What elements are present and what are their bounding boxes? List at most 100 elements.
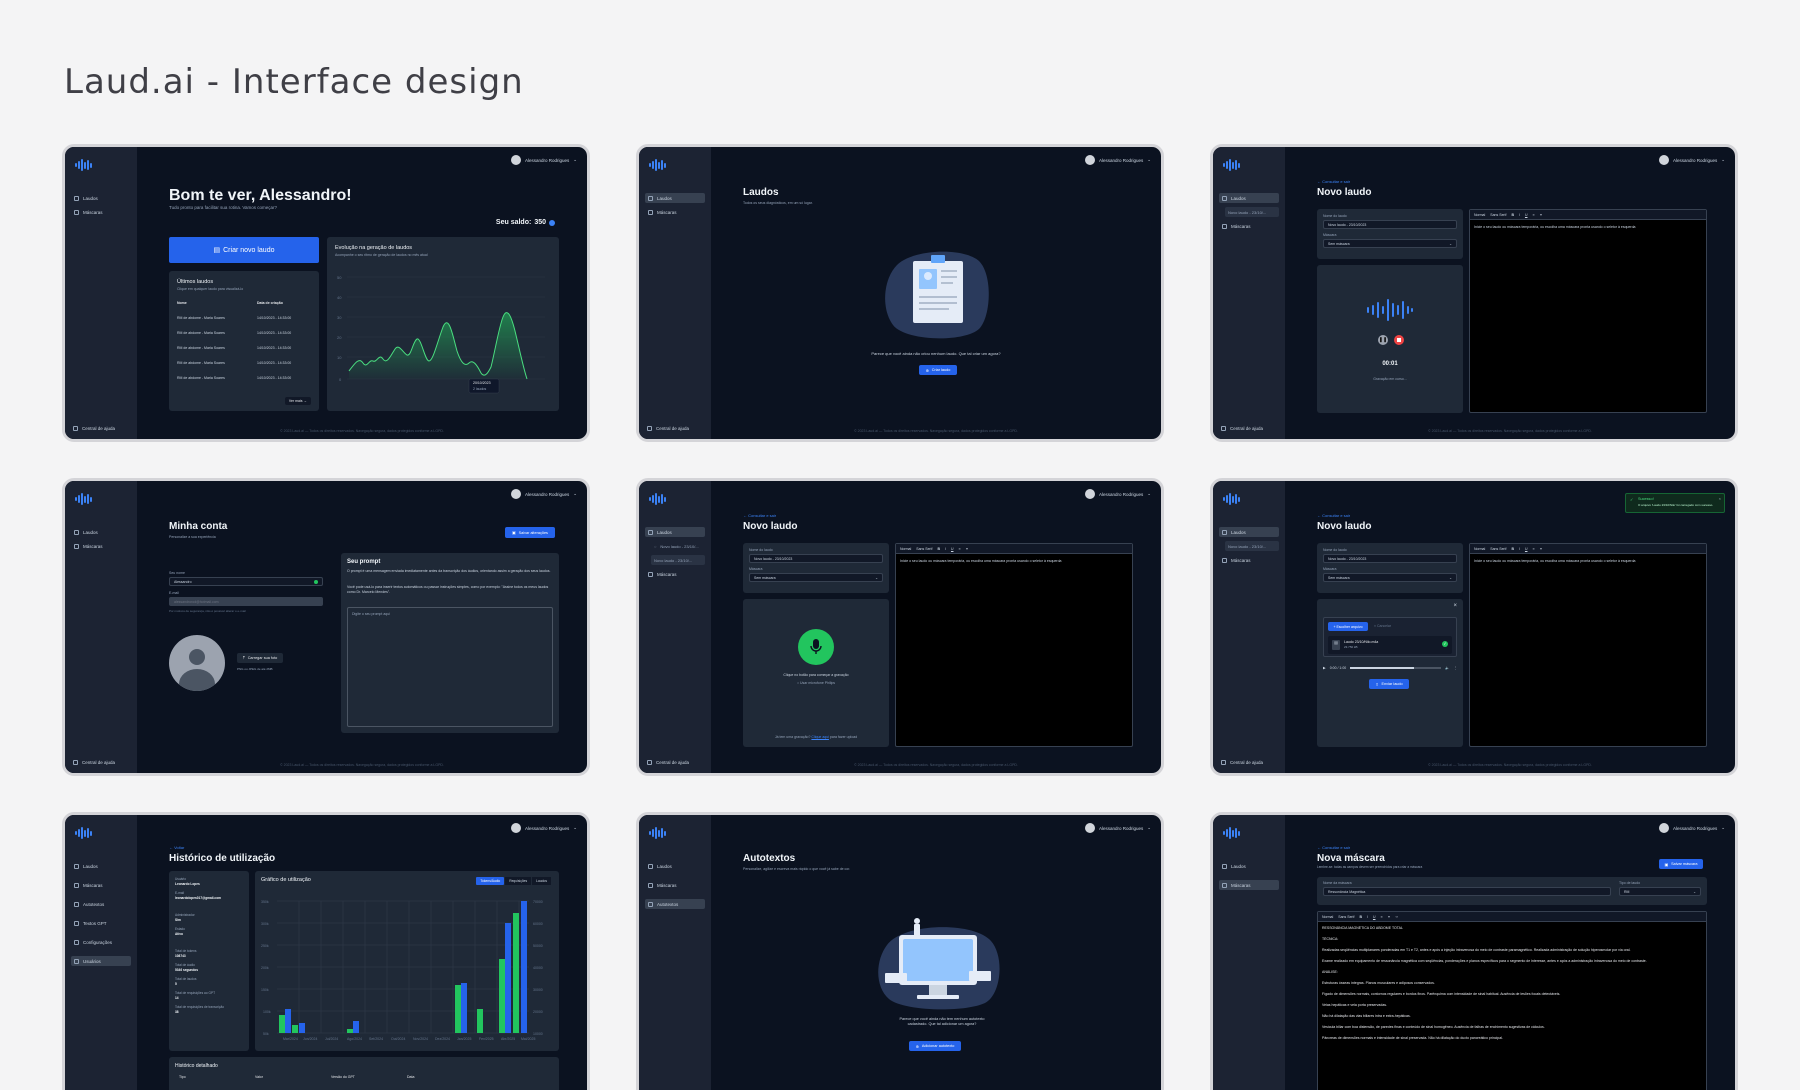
audio-player[interactable]: ▶ 0:00 / 1:00 🔈 ⋮ — [1323, 663, 1457, 673]
back-link[interactable]: ← Voltar — [169, 845, 184, 850]
sidebar-item-loading-laudo[interactable]: ◌ Novo laudo - 23/10/... — [651, 541, 705, 551]
tab-laudos[interactable]: Laudos — [532, 877, 551, 885]
tab-tokens-audio[interactable]: Tokens/Áudio — [476, 877, 505, 885]
upload-link[interactable]: Clique aqui — [811, 735, 829, 739]
mask-select[interactable]: Sem máscara ⌄ — [749, 573, 883, 582]
sidebar-item-mascaras[interactable]: Máscaras — [71, 207, 131, 217]
create-laudo-button[interactable]: ⊕ Criar laudo — [919, 365, 957, 375]
mask-select[interactable]: Sem máscara ⌄ — [1323, 239, 1457, 248]
sidebar-item-current-laudo[interactable]: Novo laudo - 23/10/... — [1225, 207, 1279, 217]
sidebar-item-mascaras[interactable]: Máscaras — [1219, 880, 1279, 890]
more-icon[interactable]: ⋮ — [1454, 666, 1458, 670]
user-menu[interactable]: Alessandro Rodrigues ⌄ — [1084, 155, 1151, 165]
sidebar-item-autotextos[interactable]: Autotextos — [71, 899, 131, 909]
font-size-select[interactable]: Normal — [1474, 213, 1485, 217]
table-row[interactable]: RM de abdome - Maria Soares 14/10/2023 - … — [177, 310, 311, 325]
back-link[interactable]: ← Consultar e sair — [1317, 845, 1350, 850]
font-family-select[interactable]: Sans Serif — [1490, 213, 1506, 217]
mask-editor[interactable]: Normal Sans Serif B I U ≡ ⚭ ‹› RESSONÂNCIA MAGN… — [1317, 911, 1707, 1090]
laudo-editor[interactable]: Normal Sans Serif B I U ≡ ⚭ Inicie o seu laudo… — [1469, 543, 1707, 747]
link-icon[interactable]: ⚭ — [1540, 213, 1543, 217]
font-family-select[interactable]: Sans Serif — [1490, 547, 1506, 551]
save-changes-button[interactable]: ▣ Salvar alterações — [505, 527, 555, 538]
sidebar-item-mascaras[interactable]: Máscaras — [71, 880, 131, 890]
sidebar-item-laudos[interactable]: Laudos — [1219, 527, 1279, 537]
sidebar-item-mascaras[interactable]: Máscaras — [71, 541, 131, 551]
sidebar-item-textos-gpt[interactable]: Textos GPT — [71, 918, 131, 928]
sidebar-item-usuarios[interactable]: Usuários — [71, 956, 131, 966]
underline-icon[interactable]: U — [951, 547, 954, 551]
sidebar-item-configuracoes[interactable]: Configurações — [71, 937, 131, 947]
italic-icon[interactable]: I — [1519, 213, 1520, 217]
close-icon[interactable]: × — [1719, 496, 1721, 501]
send-laudo-button[interactable]: ⇪ Enviar laudo — [1369, 679, 1409, 689]
sidebar-item-mascaras[interactable]: Máscaras — [645, 207, 705, 217]
underline-icon[interactable]: U — [1373, 915, 1376, 919]
back-link[interactable]: ← Consultar e sair — [743, 513, 776, 518]
list-icon[interactable]: ≡ — [958, 547, 960, 551]
prompt-textarea[interactable]: Digite o seu prompt aqui — [347, 607, 553, 727]
sidebar-item-help[interactable]: Central de ajuda — [73, 426, 115, 431]
user-menu[interactable]: Alessandro Rodrigues ⌄ — [1658, 155, 1725, 165]
sidebar-item-laudos[interactable]: Laudos — [1219, 861, 1279, 871]
sidebar-item-mascaras[interactable]: Máscaras — [645, 880, 705, 890]
start-recording-button[interactable] — [798, 629, 834, 665]
table-row[interactable]: RM de abdome - Maria Soares 14/10/2023 - … — [177, 325, 311, 340]
bold-icon[interactable]: B — [1359, 915, 1362, 919]
table-row[interactable]: RM de abdome - Maria Soares 14/10/2023 - … — [177, 370, 311, 385]
stop-button[interactable] — [1394, 335, 1404, 345]
user-menu[interactable]: Alessandro Rodrigues ⌄ — [1084, 489, 1151, 499]
laudo-name-input[interactable]: Novo laudo - 23/10/2023 — [1323, 220, 1457, 229]
sidebar-item-mascaras[interactable]: Máscaras — [645, 569, 705, 579]
sidebar-item-mascaras[interactable]: Máscaras — [1219, 555, 1279, 565]
underline-icon[interactable]: U — [1525, 547, 1528, 551]
pause-button[interactable]: ❚❚ — [1378, 335, 1388, 345]
sidebar-item-mascaras[interactable]: Máscaras — [1219, 221, 1279, 231]
mask-name-input[interactable]: Ressonância Magnética — [1323, 887, 1611, 896]
laudo-editor[interactable]: Normal Sans Serif B I U ≡ ⚭ Inicie o seu laudo… — [1469, 209, 1707, 413]
link-icon[interactable]: ⚭ — [966, 547, 969, 551]
list-icon[interactable]: ≡ — [1532, 213, 1534, 217]
link-icon[interactable]: ⚭ — [1388, 915, 1391, 919]
sidebar-item-help[interactable]: Central de ajuda — [73, 760, 115, 765]
table-row[interactable]: RM de abdome - Maria Soares 14/10/2023 - … — [177, 340, 311, 355]
sidebar-item-current-laudo[interactable]: Novo laudo - 23/10/... — [1225, 541, 1279, 551]
sidebar-item-laudos[interactable]: Laudos — [71, 861, 131, 871]
sidebar-item-help[interactable]: Central de ajuda — [1221, 426, 1263, 431]
font-size-select[interactable]: Normal — [1322, 915, 1333, 919]
col-gpt[interactable]: Versão do GPT — [331, 1075, 407, 1079]
save-mask-button[interactable]: ▣ Salvar máscara — [1659, 859, 1703, 869]
laudo-name-input[interactable]: Novo laudo - 23/10/2023 — [1323, 554, 1457, 563]
col-date[interactable]: Data — [407, 1075, 483, 1079]
underline-icon[interactable]: U — [1525, 213, 1528, 217]
italic-icon[interactable]: I — [1519, 547, 1520, 551]
laudo-type-select[interactable]: RM ⌄ — [1619, 887, 1701, 896]
close-icon[interactable]: × — [1453, 603, 1457, 609]
user-menu[interactable]: Alessandro Rodrigues ⌄ — [510, 155, 577, 165]
font-size-select[interactable]: Normal — [900, 547, 911, 551]
create-laudo-button[interactable]: ▤ Criar novo laudo — [169, 237, 319, 263]
sidebar-item-help[interactable]: Central de ajuda — [1221, 760, 1263, 765]
upload-photo-button[interactable]: ⤒ Carregar sua foto — [237, 653, 284, 663]
font-family-select[interactable]: Sans Serif — [1338, 915, 1354, 919]
bold-icon[interactable]: B — [937, 547, 940, 551]
sidebar-item-current-laudo[interactable]: Novo laudo - 23/10/... — [651, 555, 705, 565]
mask-select[interactable]: Sem máscara ⌄ — [1323, 573, 1457, 582]
list-icon[interactable]: ≡ — [1532, 547, 1534, 551]
sidebar-item-laudos[interactable]: Laudos — [71, 527, 131, 537]
link-icon[interactable]: ⚭ — [1540, 547, 1543, 551]
sidebar-item-laudos[interactable]: Laudos — [645, 527, 705, 537]
volume-icon[interactable]: 🔈 — [1445, 666, 1449, 670]
tab-requisicoes[interactable]: Requisições — [505, 877, 532, 885]
back-link[interactable]: ← Consultar e sair — [1317, 179, 1350, 184]
back-link[interactable]: ← Consultar e sair — [1317, 513, 1350, 518]
add-autotext-button[interactable]: ⊕ Adicionar autotexto — [909, 1041, 961, 1051]
sidebar-item-help[interactable]: Central de ajuda — [647, 426, 689, 431]
sidebar-item-laudos[interactable]: Laudos — [1219, 193, 1279, 203]
sidebar-item-laudos[interactable]: Laudos — [645, 861, 705, 871]
cancel-upload-button[interactable]: × Cancelar — [1374, 624, 1391, 628]
laudo-editor[interactable]: Normal Sans Serif B I U ≡ ⚭ Inicie o seu laudo… — [895, 543, 1133, 747]
user-menu[interactable]: Alessandro Rodrigues ⌄ — [510, 489, 577, 499]
user-menu[interactable]: Alessandro Rodrigues ⌄ — [510, 823, 577, 833]
col-type[interactable]: Tipo — [179, 1075, 255, 1079]
